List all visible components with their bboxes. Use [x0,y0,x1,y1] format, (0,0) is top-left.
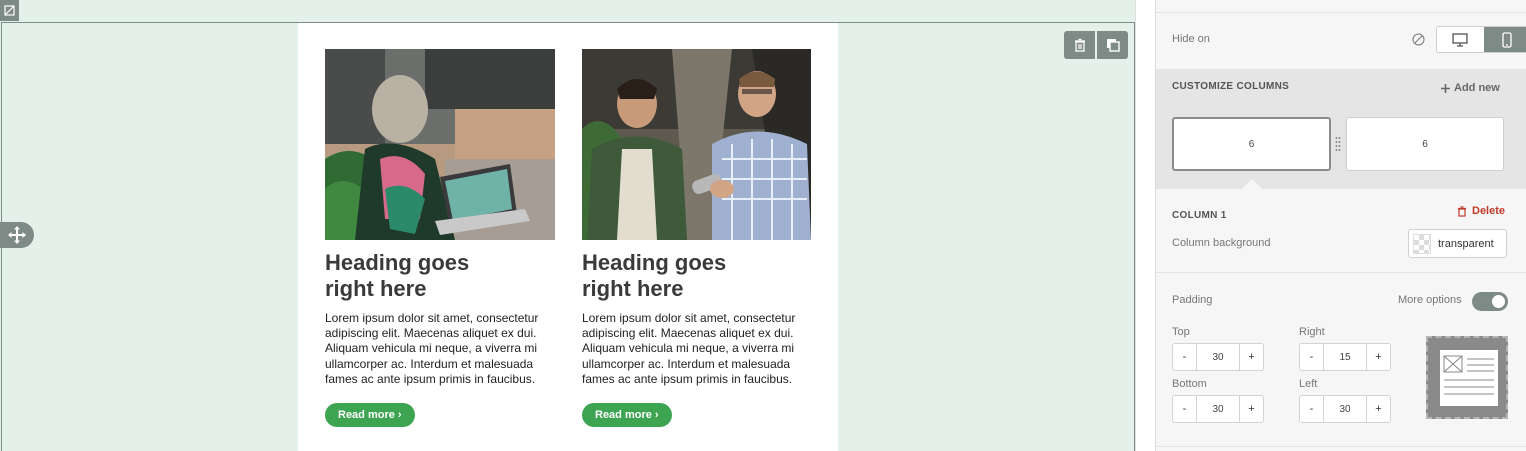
hide-on-label: Hide on [1172,33,1210,45]
add-new-label: Add new [1454,82,1500,94]
column-image[interactable] [325,49,555,240]
content-placeholder-icon [1443,355,1494,395]
increment-button[interactable]: + [1366,344,1390,370]
column-title: COLUMN 1 [1172,210,1227,221]
panel-divider [1135,0,1155,451]
drag-handle-icon[interactable] [1335,136,1341,152]
column-heading[interactable]: Heading goes right here [582,250,811,302]
padding-left-value[interactable]: 30 [1324,396,1366,422]
row-actions [1064,31,1128,59]
column-background-label: Column background [1172,237,1271,249]
selection-pointer [1242,179,1262,189]
increment-button[interactable]: + [1239,396,1263,422]
trash-icon [1458,205,1466,217]
email-content: Heading goes right here Lorem ipsum dolo… [298,23,838,451]
customize-columns-title: CUSTOMIZE COLUMNS [1172,81,1290,92]
increment-button[interactable]: + [1366,396,1390,422]
plus-icon [1441,83,1450,93]
heading-line-1: Heading goes [325,250,470,275]
read-more-button[interactable]: Read more › [582,403,672,428]
transparent-swatch-icon [1413,233,1431,254]
padding-bottom-value[interactable]: 30 [1197,396,1239,422]
column-heading[interactable]: Heading goes right here [325,250,555,302]
add-new-column-button[interactable]: Add new [1441,82,1500,94]
column-text[interactable]: Lorem ipsum dolor sit amet, consectetur … [582,311,811,387]
more-options-toggle[interactable] [1472,292,1508,311]
move-icon[interactable] [0,222,34,248]
column-width-box-2[interactable]: 6 [1346,117,1504,171]
delete-column-button[interactable]: Delete [1457,205,1505,217]
padding-bottom-label: Bottom [1172,378,1207,390]
increment-button[interactable]: + [1239,344,1263,370]
column-background-picker[interactable]: transparent [1408,229,1507,258]
column-text[interactable]: Lorem ipsum dolor sit amet, consectetur … [325,311,555,387]
decrement-button[interactable]: - [1173,396,1197,422]
monitor-icon[interactable] [1437,27,1484,52]
settings-panel: Hide on CUSTOMIZE COLUMNS Add new 6 6 CO… [1155,0,1526,451]
delete-label: Delete [1472,205,1506,217]
info-icon[interactable] [1412,33,1425,46]
heading-line-1: Heading goes [582,250,727,275]
decrement-button[interactable]: - [1300,344,1324,370]
section-divider [1156,272,1526,273]
editor-canvas: Heading goes right here Lorem ipsum dolo… [0,0,1136,451]
column-image[interactable] [582,49,811,240]
padding-right-value[interactable]: 15 [1324,344,1366,370]
padding-left-label: Left [1299,378,1318,390]
duplicate-icon[interactable] [1097,31,1128,59]
column-width-box-1[interactable]: 6 [1172,117,1331,171]
more-options-label: More options [1398,294,1462,306]
padding-preview [1426,336,1508,419]
device-toggle [1436,26,1526,53]
decrement-button[interactable]: - [1300,396,1324,422]
customize-columns-section: CUSTOMIZE COLUMNS Add new 6 6 [1156,69,1526,189]
padding-preview-content [1440,350,1498,406]
email-column-2[interactable]: Heading goes right here Lorem ipsum dolo… [582,49,811,428]
padding-top-stepper: - 30 + [1172,343,1264,371]
padding-bottom-stepper: - 30 + [1172,395,1264,423]
heading-line-2: right here [325,276,427,301]
padding-label: Padding [1172,294,1213,306]
decrement-button[interactable]: - [1173,344,1197,370]
heading-line-2: right here [582,276,684,301]
padding-right-stepper: - 15 + [1299,343,1391,371]
column-background-value: transparent [1438,237,1494,250]
read-more-button[interactable]: Read more › [325,403,415,428]
row-tag-icon[interactable] [0,0,19,21]
padding-top-value[interactable]: 30 [1197,344,1239,370]
padding-top-label: Top [1172,326,1190,338]
trash-icon[interactable] [1064,31,1095,59]
padding-right-label: Right [1299,326,1325,338]
email-column-1[interactable]: Heading goes right here Lorem ipsum dolo… [325,49,555,428]
section-divider [1156,12,1526,13]
section-divider [1156,446,1526,447]
mobile-icon[interactable] [1483,27,1526,52]
padding-left-stepper: - 30 + [1299,395,1391,423]
toggle-knob [1492,295,1505,308]
